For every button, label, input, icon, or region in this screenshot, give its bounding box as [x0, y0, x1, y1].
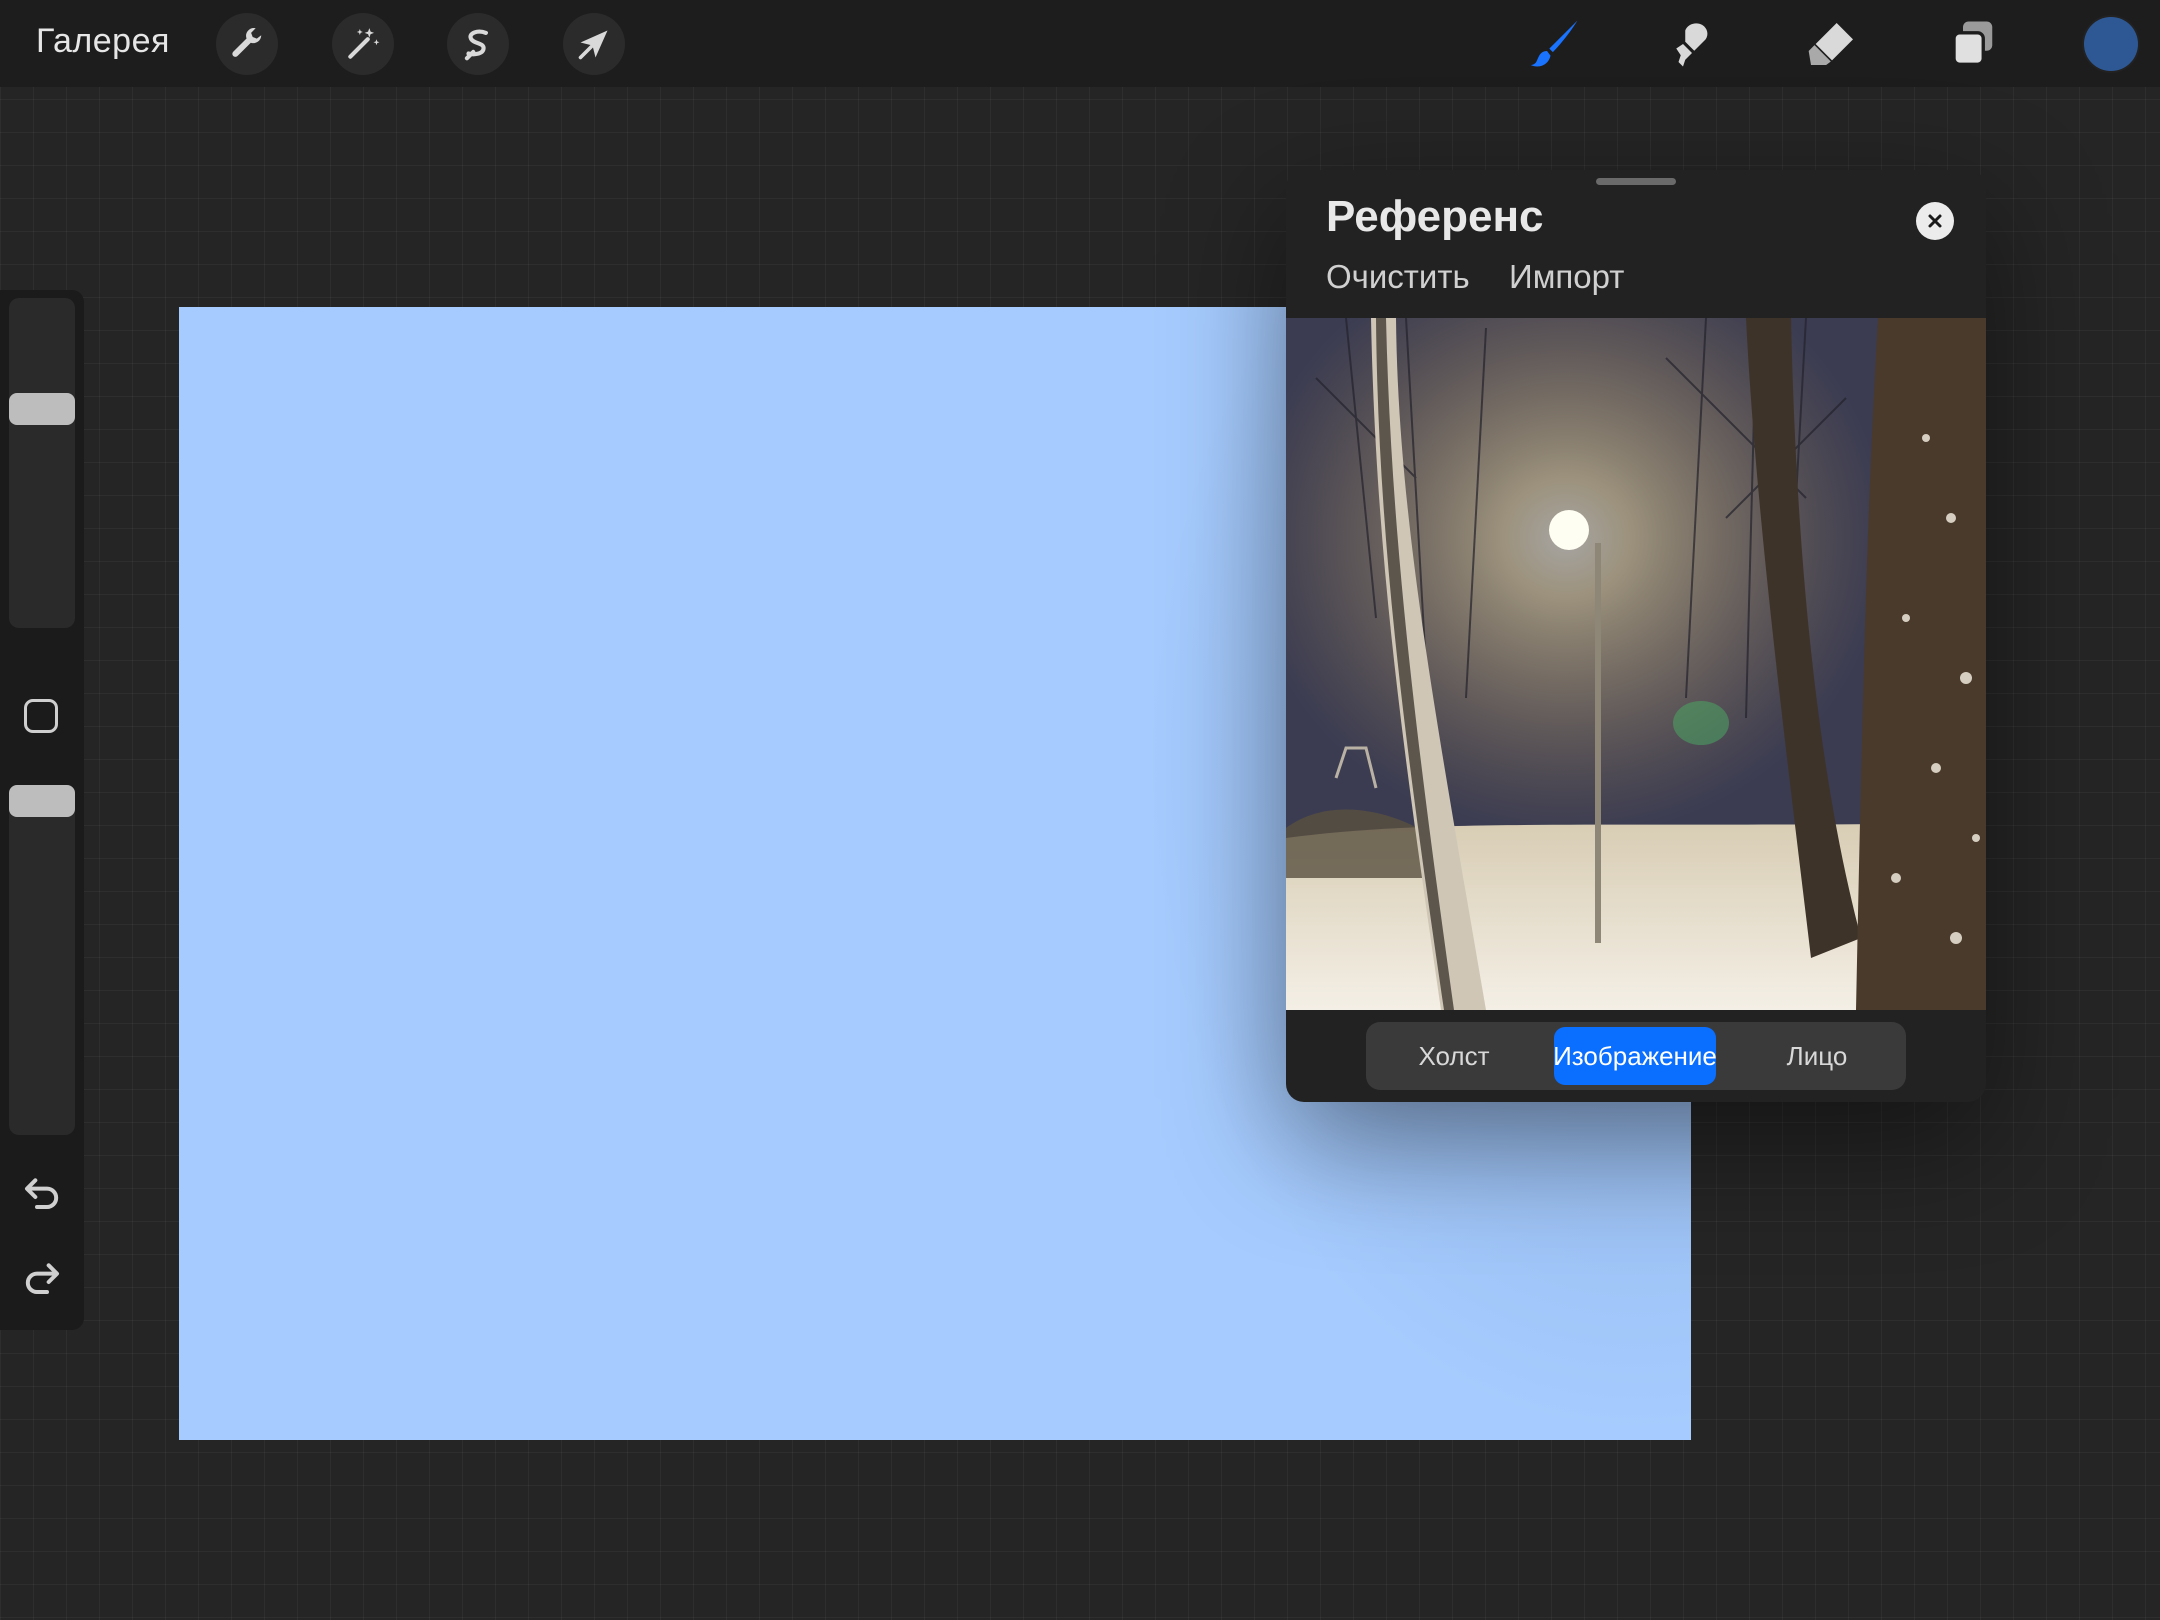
adjustments-button[interactable]: [332, 13, 394, 75]
redo-button[interactable]: [20, 1255, 64, 1299]
brush-tool-button[interactable]: [1524, 14, 1584, 74]
reference-close-button[interactable]: [1916, 202, 1954, 240]
opacity-thumb[interactable]: [9, 785, 75, 817]
selection-button[interactable]: [447, 13, 509, 75]
smudge-icon: [1676, 23, 1708, 67]
layers-button[interactable]: [1942, 14, 2002, 74]
import-button[interactable]: Импорт: [1509, 258, 1624, 296]
left-sidebar: [0, 290, 84, 1330]
clear-button[interactable]: Очистить: [1326, 258, 1470, 296]
opacity-slider[interactable]: [9, 785, 75, 1135]
magic-wand-icon: [348, 28, 380, 59]
layers-icon: [1952, 21, 1993, 66]
segment-image[interactable]: Изображение: [1553, 1027, 1717, 1085]
segment-canvas[interactable]: Холст: [1374, 1027, 1534, 1085]
eraser-tool-button[interactable]: [1802, 14, 1862, 74]
selection-icon: [464, 29, 488, 61]
reference-image[interactable]: [1286, 318, 1986, 1010]
color-picker-button[interactable]: [2084, 17, 2138, 71]
wrench-icon: [232, 27, 262, 57]
undo-icon: [25, 1178, 59, 1209]
brush-size-thumb[interactable]: [9, 393, 75, 425]
smudge-tool-button[interactable]: [1662, 14, 1722, 74]
transform-arrow-icon: [578, 30, 608, 60]
top-toolbar: Галерея: [0, 0, 2160, 87]
redo-icon: [25, 1263, 59, 1294]
actions-button[interactable]: [216, 13, 278, 75]
winter-park-photo: [1286, 318, 1986, 1010]
transform-button[interactable]: [563, 13, 625, 75]
eraser-icon: [1808, 23, 1853, 65]
reference-title: Референс: [1326, 192, 1544, 241]
reference-panel[interactable]: Референс Очистить Импорт Холст Изображен…: [1286, 170, 1986, 1102]
brush-size-slider[interactable]: [9, 298, 75, 628]
brush-icon: [1530, 20, 1578, 67]
panel-grabber[interactable]: [1596, 178, 1676, 185]
close-icon: [1928, 214, 1942, 228]
modify-square-icon[interactable]: [24, 699, 58, 733]
reference-mode-segmented-control: Холст Изображение Лицо: [1366, 1022, 1906, 1090]
segment-face[interactable]: Лицо: [1736, 1027, 1898, 1085]
undo-button[interactable]: [20, 1170, 64, 1214]
gallery-button[interactable]: Галерея: [36, 22, 170, 61]
